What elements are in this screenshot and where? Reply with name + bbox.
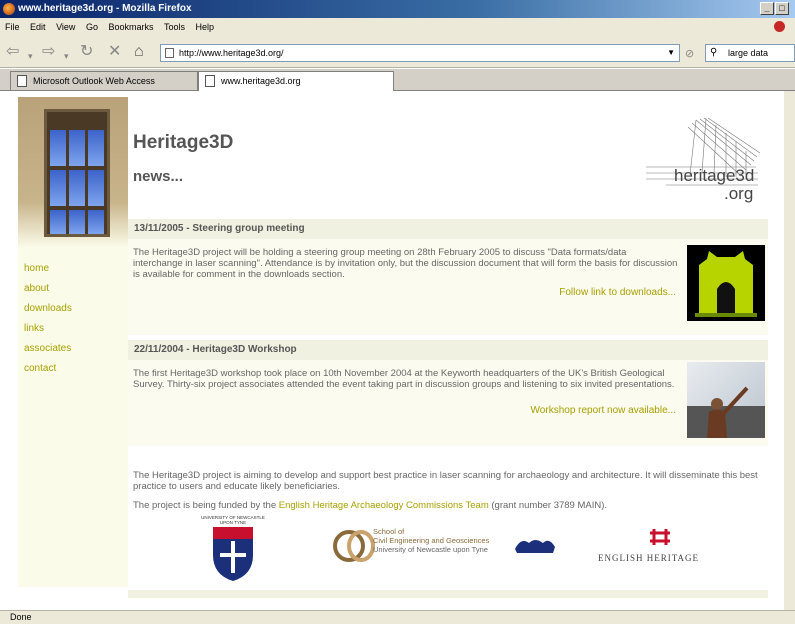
reload-icon[interactable]: ↻: [80, 44, 93, 60]
news-item: The Heritage3D project will be holding a…: [128, 239, 768, 335]
logo-text-2: .org: [724, 184, 753, 203]
url-dropdown-icon[interactable]: ▼: [667, 45, 675, 61]
page-viewport: home about downloads links associates co…: [0, 91, 795, 610]
window-title: www.heritage3d.org - Mozilla Firefox: [18, 3, 192, 14]
window-titlebar: www.heritage3d.org - Mozilla Firefox _ □: [0, 0, 795, 18]
heritage3d-logo: heritage3d .org: [636, 115, 766, 209]
tab-label: Microsoft Outlook Web Access: [33, 76, 155, 86]
funding-link[interactable]: English Heritage Archaeology Commissions…: [279, 500, 489, 511]
section-title: news...: [133, 168, 184, 185]
forward-dropdown-icon[interactable]: ▾: [64, 48, 69, 64]
status-bar: Done: [0, 610, 795, 624]
news-heading: 22/11/2004 - Heritage3D Workshop: [128, 340, 768, 360]
sidebar: home about downloads links associates co…: [18, 97, 128, 587]
tab-bar: Microsoft Outlook Web Access www.heritag…: [0, 69, 795, 91]
go-icon[interactable]: ⊘: [685, 46, 694, 62]
logo-text-1: heritage3d: [674, 166, 754, 185]
english-heritage-text: ENGLISH HERITAGE: [598, 553, 700, 563]
funding-prefix: The project is being funded by the: [133, 500, 279, 511]
school-line-1: School of: [373, 527, 405, 536]
laser-scan-image: [687, 245, 765, 321]
nav-links[interactable]: links: [24, 323, 44, 334]
window-edge: [784, 91, 795, 610]
news-heading: 13/11/2005 - Steering group meeting: [128, 219, 768, 239]
page-icon: [17, 75, 27, 87]
throbber-icon: [774, 21, 785, 32]
menu-help[interactable]: Help: [196, 18, 215, 36]
search-icon: ⚲: [710, 47, 718, 58]
back-icon[interactable]: ⇦: [6, 44, 19, 60]
school-logo: School of Civil Engineering and Geoscien…: [333, 525, 563, 565]
back-dropdown-icon[interactable]: ▾: [28, 48, 33, 64]
page-icon: [165, 48, 174, 58]
downloads-link[interactable]: Follow link to downloads...: [559, 287, 676, 298]
footer-bar: [128, 590, 768, 598]
window-photo: [18, 97, 128, 247]
funding-suffix: (grant number 3789 MAIN).: [488, 500, 608, 511]
about-text: The Heritage3D project is aiming to deve…: [133, 470, 758, 492]
menu-go[interactable]: Go: [86, 18, 98, 36]
url-text: http://www.heritage3d.org/: [179, 48, 284, 58]
news-body: The Heritage3D project will be holding a…: [133, 247, 678, 280]
url-field[interactable]: http://www.heritage3d.org/ ▼: [160, 44, 680, 62]
school-line-3: University of Newcastle upon Tyne: [373, 545, 488, 554]
school-line-2: Civil Engineering and Geosciences: [373, 536, 490, 545]
english-heritage-logo: ENGLISH HERITAGE: [598, 527, 728, 567]
menu-bar: File Edit View Go Bookmarks Tools Help: [0, 18, 795, 36]
search-input[interactable]: ⚲ large data: [705, 44, 795, 62]
nav-about[interactable]: about: [24, 283, 49, 294]
menu-view[interactable]: View: [56, 18, 75, 36]
tab-heritage3d[interactable]: www.heritage3d.org: [198, 71, 394, 91]
lions-icon: [515, 540, 555, 553]
workshop-report-link[interactable]: Workshop report now available...: [531, 405, 676, 416]
nav-associates[interactable]: associates: [24, 343, 71, 354]
maximize-button[interactable]: □: [775, 2, 789, 15]
menu-tools[interactable]: Tools: [164, 18, 185, 36]
forward-icon[interactable]: ⇨: [42, 44, 55, 60]
stop-icon[interactable]: ✕: [108, 44, 121, 60]
status-text: Done: [10, 612, 32, 622]
funding-text: The project is being funded by the Engli…: [133, 500, 763, 511]
tab-outlook[interactable]: Microsoft Outlook Web Access: [10, 71, 198, 90]
nav-contact[interactable]: contact: [24, 363, 56, 374]
home-icon[interactable]: ⌂: [134, 44, 144, 60]
nav-downloads[interactable]: downloads: [24, 303, 72, 314]
firefox-logo-icon: [3, 3, 15, 15]
menu-edit[interactable]: Edit: [30, 18, 46, 36]
newcastle-text: UNIVERSITY OF NEWCASTLE UPON TYNE: [201, 515, 265, 525]
site-title: Heritage3D: [133, 132, 234, 153]
news-item: The first Heritage3D workshop took place…: [128, 360, 768, 446]
tab-label: www.heritage3d.org: [221, 76, 301, 86]
search-text: large data: [728, 48, 769, 58]
window-image: [44, 109, 110, 237]
workshop-photo: [687, 362, 765, 438]
newcastle-university-logo: UNIVERSITY OF NEWCASTLE UPON TYNE: [198, 515, 268, 585]
navigation-toolbar: ⇦ ▾ ⇨ ▾ ↻ ✕ ⌂ http://www.heritage3d.org/…: [0, 36, 795, 68]
menu-file[interactable]: File: [5, 18, 20, 36]
main-content: Heritage3D news... heritage3d .org 13/11…: [128, 97, 768, 598]
menu-bookmarks[interactable]: Bookmarks: [108, 18, 153, 36]
news-body: The first Heritage3D workshop took place…: [133, 368, 675, 390]
nav-home[interactable]: home: [24, 263, 49, 274]
minimize-button[interactable]: _: [760, 2, 774, 15]
page-icon: [205, 75, 215, 87]
